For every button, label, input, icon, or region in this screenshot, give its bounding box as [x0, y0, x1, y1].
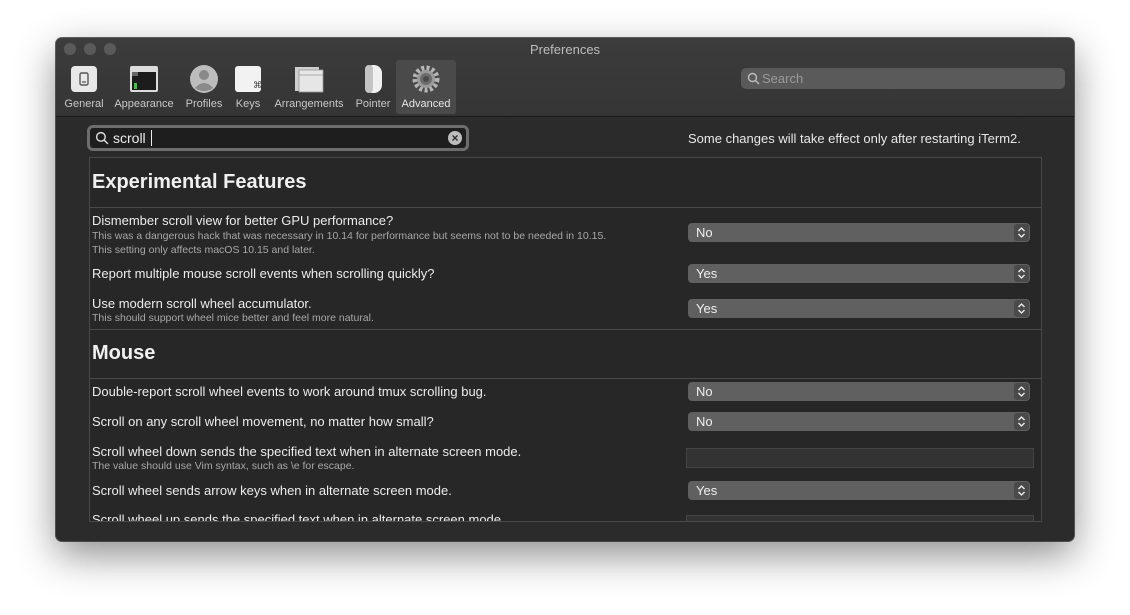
- text-caret: [150, 130, 152, 146]
- restart-notice: Some changes will take effect only after…: [688, 131, 1021, 146]
- setting-title: Report multiple mouse scroll events when…: [92, 266, 435, 281]
- select-value: No: [696, 384, 713, 399]
- tab-label: Pointer: [355, 98, 391, 110]
- appearance-icon: [130, 66, 158, 92]
- title-bar: Preferences General Appearance Profiles …: [56, 38, 1074, 117]
- clear-search-icon[interactable]: ×: [448, 131, 462, 145]
- setting-description: This was a dangerous hack that was neces…: [92, 230, 607, 242]
- setting-title: Double-report scroll wheel events to wor…: [92, 384, 487, 399]
- setting-title: Scroll wheel down sends the specified te…: [92, 444, 522, 459]
- window-title: Preferences: [529, 42, 601, 57]
- up-down-arrows-icon: [1014, 482, 1029, 499]
- tab-appearance[interactable]: Appearance: [112, 60, 176, 114]
- arrangements-icon: [295, 67, 324, 93]
- setting-text-field[interactable]: [686, 515, 1034, 521]
- general-icon: [71, 66, 97, 92]
- setting-title: Scroll on any scroll wheel movement, no …: [92, 414, 434, 429]
- tab-label: Keys: [235, 98, 261, 110]
- search-icon: [95, 131, 109, 145]
- section-title: Experimental Features: [92, 171, 307, 193]
- tab-arrangements[interactable]: Arrangements: [270, 60, 348, 114]
- profiles-icon: [190, 65, 218, 93]
- setting-description: This should support wheel mice better an…: [92, 312, 374, 324]
- tab-keys[interactable]: ⌘ Keys: [230, 60, 266, 114]
- settings-list[interactable]: Experimental Features Dismember scroll v…: [89, 157, 1042, 522]
- tab-general[interactable]: General: [62, 60, 106, 114]
- select-value: No: [696, 414, 713, 429]
- select-value: Yes: [696, 301, 718, 316]
- search-icon: [747, 72, 760, 85]
- toolbar-search[interactable]: [741, 68, 1065, 89]
- up-down-arrows-icon: [1014, 300, 1029, 317]
- up-down-arrows-icon: [1014, 413, 1029, 430]
- tab-label: Appearance: [114, 98, 174, 110]
- keys-icon: ⌘: [235, 66, 262, 92]
- setting-description: The value should use Vim syntax, such as…: [92, 460, 355, 472]
- toolbar-search-input[interactable]: [762, 68, 1057, 89]
- svg-text:⌘: ⌘: [253, 81, 262, 91]
- setting-title: Dismember scroll view for better GPU per…: [92, 213, 394, 228]
- filter-search-field[interactable]: scroll ×: [87, 125, 469, 151]
- section-header-mouse: Mouse: [90, 329, 1041, 379]
- select-value: Yes: [696, 266, 718, 281]
- filter-input[interactable]: scroll: [113, 130, 152, 146]
- tab-label: General: [64, 98, 104, 110]
- pointer-icon: [365, 65, 382, 93]
- setting-text-field[interactable]: [686, 448, 1034, 468]
- tab-profiles[interactable]: Profiles: [182, 60, 226, 114]
- setting-title: Use modern scroll wheel accumulator.: [92, 296, 312, 311]
- tab-advanced[interactable]: Advanced: [396, 60, 456, 114]
- section-title: Mouse: [92, 342, 156, 364]
- select-value: No: [696, 225, 713, 240]
- setting-select[interactable]: Yes: [688, 481, 1030, 500]
- preferences-window: Preferences General Appearance Profiles …: [56, 38, 1074, 541]
- tab-label: Advanced: [401, 98, 451, 110]
- tab-label: Arrangements: [274, 98, 344, 110]
- setting-select[interactable]: No: [688, 382, 1030, 401]
- setting-select[interactable]: Yes: [688, 264, 1030, 283]
- setting-title: Scroll wheel up sends the specified text…: [92, 512, 505, 522]
- up-down-arrows-icon: [1014, 224, 1029, 241]
- setting-select[interactable]: Yes: [688, 299, 1030, 318]
- setting-select[interactable]: No: [688, 412, 1030, 431]
- setting-description: This setting only affects macOS 10.15 an…: [92, 244, 315, 256]
- section-header-experimental: Experimental Features: [90, 158, 1041, 208]
- up-down-arrows-icon: [1014, 265, 1029, 282]
- tab-label: Profiles: [185, 98, 223, 110]
- setting-select[interactable]: No: [688, 223, 1030, 242]
- tab-pointer[interactable]: Pointer: [352, 60, 394, 114]
- select-value: Yes: [696, 483, 718, 498]
- setting-title: Scroll wheel sends arrow keys when in al…: [92, 483, 452, 498]
- gear-icon: [412, 65, 440, 93]
- filter-value: scroll: [113, 130, 146, 146]
- up-down-arrows-icon: [1014, 383, 1029, 400]
